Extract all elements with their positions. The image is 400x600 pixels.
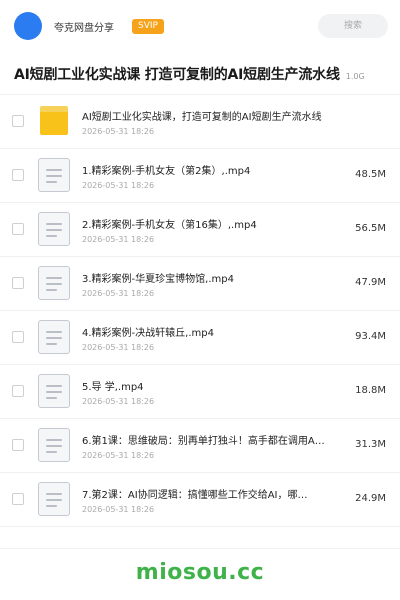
file-name: 2.精彩案例-手机女友（第16集）,.mp4 — [82, 220, 257, 231]
file-name: 5.导 学,.mp4 — [82, 382, 144, 393]
file-row[interactable]: 1.精彩案例-手机女友（第2集）,.mp4 2026-05-31 18:26 4… — [0, 149, 400, 203]
file-date: 2026-05-31 18:26 — [82, 289, 155, 298]
file-row[interactable]: 2.精彩案例-手机女友（第16集）,.mp4 2026-05-31 18:26 … — [0, 203, 400, 257]
row-checkbox[interactable] — [12, 331, 24, 343]
file-date: 2026-05-31 18:26 — [82, 343, 155, 352]
row-checkbox[interactable] — [12, 169, 24, 181]
row-checkbox[interactable] — [12, 115, 24, 127]
file-list: AI短剧工业化实战课，打造可复制的AI短剧生产流水线 2026-05-31 18… — [0, 95, 400, 527]
row-checkbox[interactable] — [12, 385, 24, 397]
document-icon — [38, 320, 70, 354]
document-icon — [38, 374, 70, 408]
row-checkbox[interactable] — [12, 439, 24, 451]
share-page: 夸克网盘分享 SVIP AI短剧工业化实战课 打造可复制的AI短剧生产流水线 1… — [0, 0, 400, 600]
file-date: 2026-05-31 18:26 — [82, 181, 155, 190]
file-row[interactable]: 5.导 学,.mp4 2026-05-31 18:26 18.8M — [0, 365, 400, 419]
share-total-size: 1.0G — [345, 72, 365, 81]
file-date: 2026-05-31 18:26 — [82, 505, 155, 514]
file-name: AI短剧工业化实战课，打造可复制的AI短剧生产流水线 — [82, 112, 322, 123]
document-icon — [38, 482, 70, 516]
divider — [0, 548, 400, 549]
share-title-row: AI短剧工业化实战课 打造可复制的AI短剧生产流水线 1.0G — [0, 64, 400, 84]
document-icon — [38, 266, 70, 300]
folder-icon — [40, 106, 68, 135]
file-row[interactable]: 3.精彩案例-华夏珍宝博物馆,.mp4 2026-05-31 18:26 47.… — [0, 257, 400, 311]
watermark: miosou.cc — [135, 560, 265, 585]
file-size: 24.9M — [355, 493, 386, 504]
row-checkbox[interactable] — [12, 223, 24, 235]
document-icon — [38, 158, 70, 192]
share-title: AI短剧工业化实战课 打造可复制的AI短剧生产流水线 — [14, 67, 340, 83]
file-row[interactable]: 7.第2课：AI协同逻辑：搞懂哪些工作交给AI，哪… 2026-05-31 18… — [0, 473, 400, 527]
file-row[interactable]: 6.第1课：思维破局：别再单打独斗！高手都在调用A… 2026-05-31 18… — [0, 419, 400, 473]
file-size: 31.3M — [355, 439, 386, 450]
file-row-folder[interactable]: AI短剧工业化实战课，打造可复制的AI短剧生产流水线 2026-05-31 18… — [0, 95, 400, 149]
document-icon — [38, 212, 70, 246]
file-size: 18.8M — [355, 385, 386, 396]
row-checkbox[interactable] — [12, 493, 24, 505]
document-icon — [38, 428, 70, 462]
file-row[interactable]: 4.精彩案例-决战轩辕丘,.mp4 2026-05-31 18:26 93.4M — [0, 311, 400, 365]
avatar[interactable] — [14, 12, 42, 40]
file-size: 93.4M — [355, 331, 386, 342]
file-name: 6.第1课：思维破局：别再单打独斗！高手都在调用A… — [82, 436, 325, 447]
file-date: 2026-05-31 18:26 — [82, 235, 155, 244]
row-checkbox[interactable] — [12, 277, 24, 289]
file-name: 7.第2课：AI协同逻辑：搞懂哪些工作交给AI，哪… — [82, 490, 308, 501]
header: 夸克网盘分享 SVIP — [0, 0, 400, 52]
brand-name: 夸克网盘分享 — [54, 22, 114, 34]
svip-badge: SVIP — [132, 18, 164, 34]
file-size: 47.9M — [355, 277, 386, 288]
file-name: 4.精彩案例-决战轩辕丘,.mp4 — [82, 328, 214, 339]
file-name: 3.精彩案例-华夏珍宝博物馆,.mp4 — [82, 274, 234, 285]
file-date: 2026-05-31 18:26 — [82, 397, 155, 406]
search-input[interactable] — [318, 14, 388, 38]
file-size: 48.5M — [355, 169, 386, 180]
file-size: 56.5M — [355, 223, 386, 234]
file-date: 2026-05-31 18:26 — [82, 127, 155, 136]
file-date: 2026-05-31 18:26 — [82, 451, 155, 460]
file-name: 1.精彩案例-手机女友（第2集）,.mp4 — [82, 166, 251, 177]
